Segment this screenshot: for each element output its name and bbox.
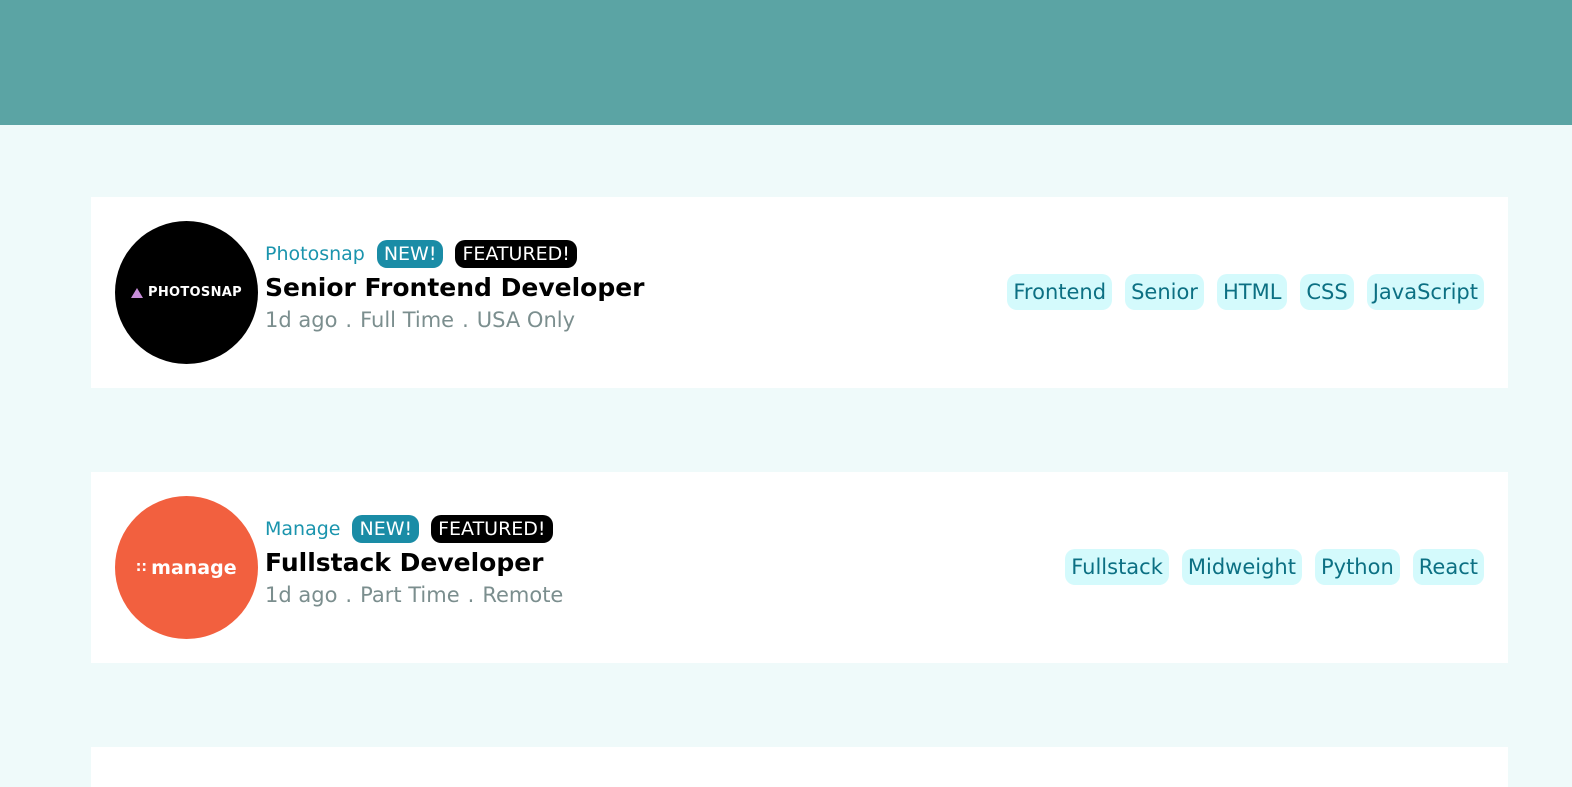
job-location: USA Only xyxy=(476,308,576,332)
logo-text: PHOTOSNAP xyxy=(148,285,242,300)
job-position[interactable]: Senior Frontend Developer xyxy=(265,273,645,302)
job-info: Photosnap NEW! FEATURED! Senior Frontend… xyxy=(265,239,645,332)
filter-tag[interactable]: HTML xyxy=(1216,274,1288,310)
job-card[interactable]: PHOTOSNAP Photosnap NEW! FEATURED! Senio… xyxy=(91,197,1508,388)
job-location: Remote xyxy=(482,583,564,607)
company-name: Photosnap xyxy=(265,243,365,265)
job-info: Manage NEW! FEATURED! Fullstack Develope… xyxy=(265,514,565,607)
job-position[interactable]: Fullstack Developer xyxy=(265,548,565,577)
featured-badge: FEATURED! xyxy=(455,240,577,268)
filter-tag[interactable]: Fullstack xyxy=(1065,549,1169,585)
filter-tag[interactable]: Frontend xyxy=(1007,274,1113,310)
company-logo: ∷ manage xyxy=(115,496,258,639)
posted-at: 1d ago xyxy=(265,308,338,332)
job-meta: 1d ago. Part Time. Remote xyxy=(265,583,565,607)
company-name: Manage xyxy=(265,518,341,540)
filter-tag[interactable]: Senior xyxy=(1125,274,1204,310)
triangle-icon xyxy=(131,287,144,298)
new-badge: NEW! xyxy=(352,515,420,543)
job-card[interactable] xyxy=(91,747,1508,787)
filter-tag[interactable]: Midweight xyxy=(1181,549,1302,585)
filter-tag[interactable]: Python xyxy=(1314,549,1400,585)
header-banner xyxy=(0,0,1572,125)
filter-tag[interactable]: CSS xyxy=(1300,274,1354,310)
filter-tag[interactable]: JavaScript xyxy=(1366,274,1484,310)
contract-type: Part Time xyxy=(360,583,460,607)
meta-separator: . xyxy=(467,583,475,607)
tag-list: Frontend Senior HTML CSS JavaScript xyxy=(1007,274,1484,310)
meta-separator: . xyxy=(462,308,469,332)
job-meta: 1d ago. Full Time. USA Only xyxy=(265,308,645,332)
job-card[interactable]: ∷ manage Manage NEW! FEATURED! Fullstack… xyxy=(91,472,1508,663)
new-badge: NEW! xyxy=(376,240,444,268)
company-logo: PHOTOSNAP xyxy=(115,221,258,364)
logo-text: manage xyxy=(151,556,237,579)
meta-separator: . xyxy=(345,583,353,607)
tag-list: Fullstack Midweight Python React xyxy=(1065,549,1484,585)
featured-badge: FEATURED! xyxy=(431,515,553,543)
dots-icon: ∷ xyxy=(136,559,146,576)
meta-separator: . xyxy=(345,308,353,332)
posted-at: 1d ago xyxy=(265,583,338,607)
contract-type: Full Time xyxy=(360,308,455,332)
filter-tag[interactable]: React xyxy=(1412,549,1484,585)
